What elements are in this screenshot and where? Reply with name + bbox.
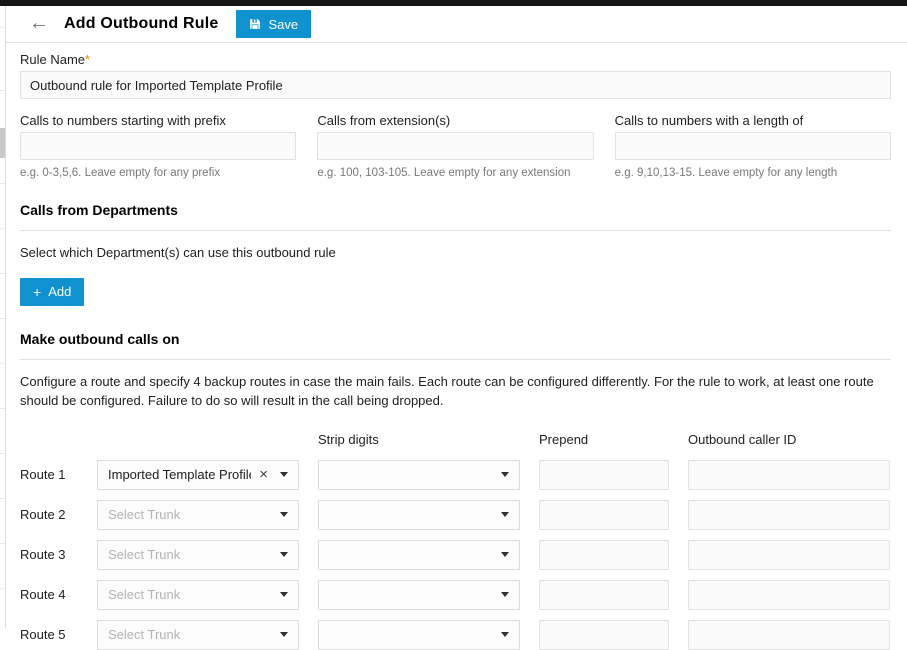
save-icon <box>249 18 261 30</box>
route-row-5: Route 5 Select Trunk <box>20 620 891 650</box>
chevron-down-icon <box>280 592 288 597</box>
departments-description: Select which Department(s) can use this … <box>20 244 891 263</box>
route-2-prepend-input[interactable] <box>539 500 669 530</box>
prefix-input[interactable] <box>20 132 296 160</box>
departments-section: Calls from Departments Select which Depa… <box>20 202 891 306</box>
route-5-strip-digits-select[interactable] <box>318 620 520 650</box>
route-row-3: Route 3 Select Trunk <box>20 540 891 570</box>
route-2-strip-digits-select[interactable] <box>318 500 520 530</box>
chevron-down-icon <box>501 632 509 637</box>
routes-table-header: Strip digits Prepend Outbound caller ID <box>20 432 891 447</box>
route-3-trunk-placeholder: Select Trunk <box>108 547 272 562</box>
route-1-caller-id-input[interactable] <box>688 460 890 490</box>
save-button[interactable]: Save <box>236 10 311 38</box>
add-button-label: Add <box>48 284 71 299</box>
route-4-strip-digits-select[interactable] <box>318 580 520 610</box>
length-label: Calls to numbers with a length of <box>615 113 891 128</box>
length-hint: e.g. 9,10,13-15. Leave empty for any len… <box>615 167 891 179</box>
chevron-down-icon <box>280 632 288 637</box>
prefix-field: Calls to numbers starting with prefix e.… <box>20 113 296 179</box>
page-title: Add Outbound Rule <box>64 15 218 33</box>
extensions-label: Calls from extension(s) <box>317 113 593 128</box>
route-2-trunk-select[interactable]: Select Trunk <box>97 500 299 530</box>
chevron-down-icon <box>280 552 288 557</box>
route-5-label: Route 5 <box>20 627 78 642</box>
prepend-column-header: Prepend <box>539 432 669 447</box>
length-field: Calls to numbers with a length of e.g. 9… <box>615 113 891 179</box>
routes-description: Configure a route and specify 4 backup r… <box>20 373 891 411</box>
chevron-down-icon <box>501 552 509 557</box>
chevron-down-icon <box>501 472 509 477</box>
route-5-caller-id-input[interactable] <box>688 620 890 650</box>
departments-heading: Calls from Departments <box>20 202 891 231</box>
chevron-down-icon <box>280 512 288 517</box>
route-1-label: Route 1 <box>20 467 78 482</box>
route-4-prepend-input[interactable] <box>539 580 669 610</box>
route-3-label: Route 3 <box>20 547 78 562</box>
route-5-prepend-input[interactable] <box>539 620 669 650</box>
route-5-trunk-select[interactable]: Select Trunk <box>97 620 299 650</box>
length-input[interactable] <box>615 132 891 160</box>
chevron-down-icon <box>280 472 288 477</box>
route-5-trunk-placeholder: Select Trunk <box>108 627 272 642</box>
route-1-trunk-select[interactable]: Imported Template Profile × <box>97 460 299 490</box>
route-2-label: Route 2 <box>20 507 78 522</box>
call-criteria-row: Calls to numbers starting with prefix e.… <box>20 113 891 179</box>
form-content: Rule Name* Calls to numbers starting wit… <box>6 43 907 650</box>
route-3-strip-digits-select[interactable] <box>318 540 520 570</box>
route-2-trunk-placeholder: Select Trunk <box>108 507 272 522</box>
add-department-button[interactable]: + Add <box>20 278 84 306</box>
route-4-caller-id-input[interactable] <box>688 580 890 610</box>
extensions-field: Calls from extension(s) e.g. 100, 103-10… <box>317 113 593 179</box>
routes-section: Make outbound calls on Configure a route… <box>20 331 891 650</box>
caller-id-column-header: Outbound caller ID <box>688 432 890 447</box>
back-arrow-icon[interactable]: ← <box>29 13 49 33</box>
plus-icon: + <box>33 285 41 299</box>
route-3-prepend-input[interactable] <box>539 540 669 570</box>
clear-icon[interactable]: × <box>259 467 268 482</box>
chevron-down-icon <box>501 512 509 517</box>
extensions-input[interactable] <box>317 132 593 160</box>
route-1-prepend-input[interactable] <box>539 460 669 490</box>
route-4-trunk-placeholder: Select Trunk <box>108 587 272 602</box>
chevron-down-icon <box>501 592 509 597</box>
prefix-hint: e.g. 0-3,5,6. Leave empty for any prefix <box>20 167 296 179</box>
strip-digits-column-header: Strip digits <box>318 432 520 447</box>
prefix-label: Calls to numbers starting with prefix <box>20 113 296 128</box>
route-row-4: Route 4 Select Trunk <box>20 580 891 610</box>
route-3-trunk-select[interactable]: Select Trunk <box>97 540 299 570</box>
rule-name-label: Rule Name* <box>20 52 891 67</box>
page-header: ← Add Outbound Rule Save <box>6 6 907 43</box>
rule-name-field: Rule Name* <box>20 52 891 99</box>
route-row-1: Route 1 Imported Template Profile × <box>20 460 891 490</box>
route-2-caller-id-input[interactable] <box>688 500 890 530</box>
route-4-trunk-select[interactable]: Select Trunk <box>97 580 299 610</box>
extensions-hint: e.g. 100, 103-105. Leave empty for any e… <box>317 167 593 179</box>
add-outbound-rule-panel: ← Add Outbound Rule Save Rule Name* <box>5 6 907 628</box>
required-asterisk: * <box>85 52 90 67</box>
route-1-trunk-value: Imported Template Profile <box>108 467 251 482</box>
route-4-label: Route 4 <box>20 587 78 602</box>
routes-heading: Make outbound calls on <box>20 331 891 360</box>
route-3-caller-id-input[interactable] <box>688 540 890 570</box>
save-button-label: Save <box>268 17 298 32</box>
route-1-strip-digits-select[interactable] <box>318 460 520 490</box>
rule-name-input[interactable] <box>20 71 891 99</box>
route-row-2: Route 2 Select Trunk <box>20 500 891 530</box>
rule-name-label-text: Rule Name <box>20 52 85 67</box>
